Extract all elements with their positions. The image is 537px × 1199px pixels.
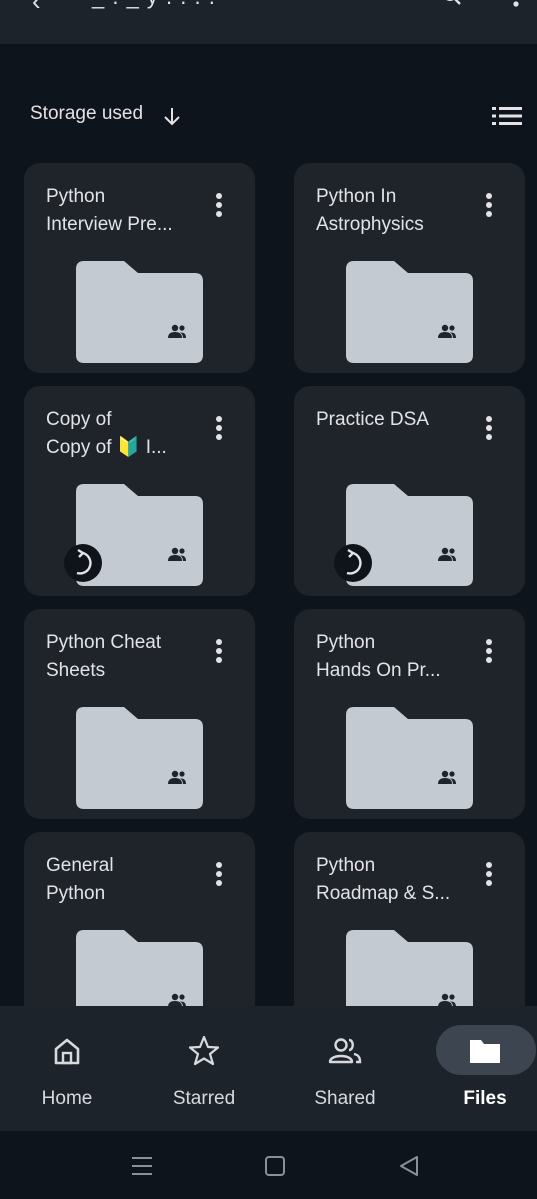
- home-button-icon[interactable]: [262, 1153, 288, 1179]
- more-options-icon[interactable]: [480, 639, 498, 669]
- more-options-icon[interactable]: [210, 862, 228, 892]
- recent-apps-icon[interactable]: [129, 1153, 155, 1179]
- nav-starred-label: Starred: [172, 1088, 236, 1109]
- nav-shared-label: Shared: [314, 1088, 376, 1109]
- more-options-icon[interactable]: [210, 193, 228, 223]
- folder-name: General Python: [46, 855, 114, 904]
- folder-card[interactable]: Python Cheat Sheets: [24, 609, 255, 819]
- home-icon: [54, 1038, 80, 1065]
- system-navigation-bar: [0, 1131, 537, 1199]
- folder-name: Copy of Copy of 🔰 I...: [46, 409, 167, 458]
- more-options-icon[interactable]: [210, 416, 228, 446]
- more-options-icon[interactable]: [210, 639, 228, 669]
- folder-card[interactable]: Python Interview Pre...: [24, 163, 255, 373]
- more-options-icon[interactable]: [480, 862, 498, 892]
- nav-starred[interactable]: Starred: [137, 1006, 271, 1131]
- folder-icon: [470, 1040, 500, 1063]
- folder-name: Python Interview Pre...: [46, 186, 173, 235]
- sync-icon: [334, 544, 372, 582]
- folder-thumbnail-icon: [346, 261, 473, 363]
- nav-home[interactable]: Home: [0, 1006, 134, 1131]
- back-nav-icon[interactable]: [396, 1153, 422, 1179]
- bottom-navigation: Home Starred Shared Files: [0, 1006, 537, 1131]
- search-icon[interactable]: [442, 0, 462, 6]
- nav-shared[interactable]: Shared: [278, 1006, 412, 1131]
- top-app-bar: ‹ _ . _ y . . . .: [0, 0, 537, 44]
- folder-thumbnail-icon: [346, 707, 473, 809]
- folder-thumbnail-icon: [76, 707, 203, 809]
- folder-card[interactable]: Python In Astrophysics: [294, 163, 525, 373]
- nav-home-label: Home: [41, 1088, 93, 1109]
- back-button[interactable]: ‹: [32, 0, 41, 17]
- sort-bar: Storage used: [30, 103, 524, 131]
- folder-name: Python Roadmap & S...: [316, 855, 451, 904]
- folder-card[interactable]: Practice DSA: [294, 386, 525, 596]
- nav-files-label: Files: [463, 1088, 507, 1109]
- more-options-icon[interactable]: [480, 416, 498, 446]
- sync-icon: [64, 544, 102, 582]
- folder-name: Python Cheat Sheets: [46, 632, 162, 681]
- arrow-down-icon[interactable]: [162, 105, 182, 127]
- folder-name: Practice DSA: [316, 409, 429, 430]
- more-vert-icon[interactable]: [512, 0, 520, 10]
- folder-title: _ . _ y . . . .: [92, 0, 216, 10]
- nav-files[interactable]: Files: [418, 1006, 537, 1131]
- folder-name: Python In Astrophysics: [316, 186, 424, 235]
- folder-thumbnail-icon: [76, 261, 203, 363]
- folder-card[interactable]: Python Hands On Pr...: [294, 609, 525, 819]
- people-icon: [328, 1038, 362, 1064]
- list-view-icon[interactable]: [492, 105, 522, 127]
- folder-card[interactable]: Copy of Copy of 🔰 I...: [24, 386, 255, 596]
- star-icon: [188, 1035, 220, 1066]
- sort-by-button[interactable]: Storage used: [30, 103, 143, 125]
- folder-name: Python Hands On Pr...: [316, 632, 441, 681]
- more-options-icon[interactable]: [480, 193, 498, 223]
